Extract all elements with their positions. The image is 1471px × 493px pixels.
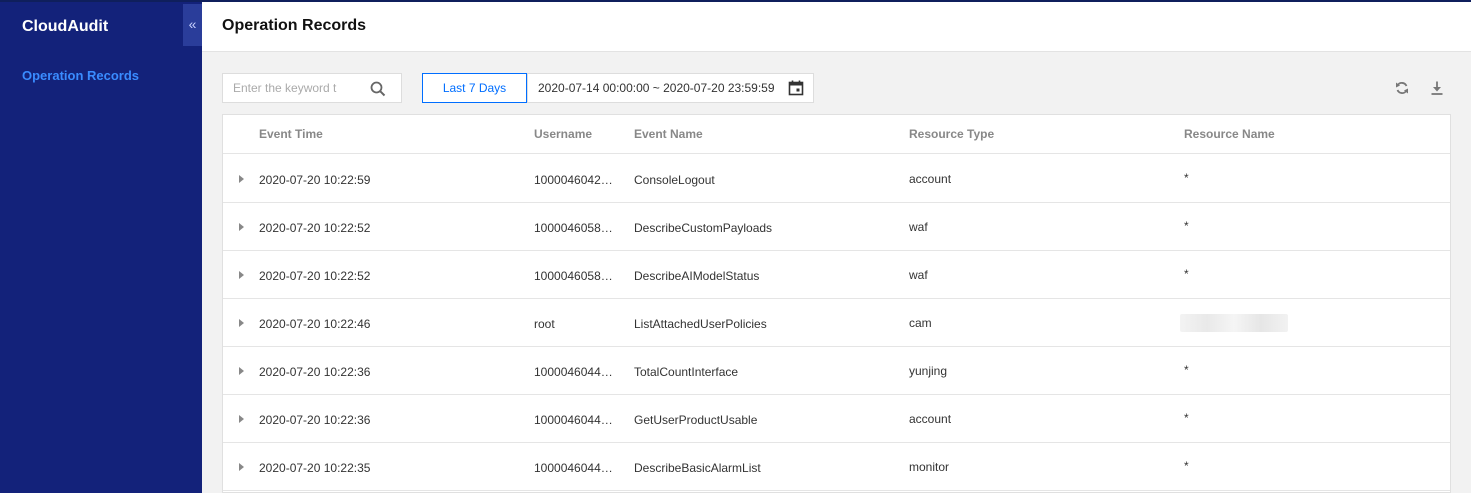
expand-caret-icon[interactable]: [239, 175, 244, 183]
search-icon[interactable]: [369, 80, 387, 98]
column-header-event-time: Event Time: [259, 127, 323, 141]
resource-type-cell: monitor: [909, 460, 950, 474]
expand-caret-icon[interactable]: [239, 367, 244, 375]
search-box: [222, 73, 402, 103]
resource-name-cell: *: [1184, 219, 1189, 233]
event-name-cell: ListAttachedUserPolicies: [634, 317, 767, 331]
calendar-icon: [788, 80, 804, 96]
table-row[interactable]: 2020-07-20 10:22:59 1000046042… ConsoleL…: [223, 155, 1450, 203]
event-time-cell: 2020-07-20 10:22:36: [259, 365, 371, 379]
resource-type-cell: cam: [909, 316, 932, 330]
username-cell: 1000046044…: [534, 365, 613, 379]
resource-type-cell: yunjing: [909, 364, 948, 378]
resource-type-cell: waf: [909, 220, 928, 234]
event-time-cell: 2020-07-20 10:22:36: [259, 413, 371, 427]
column-header-resource-type: Resource Type: [909, 127, 995, 141]
records-table: Event Time Username Event Name Resource …: [222, 114, 1451, 493]
event-time-cell: 2020-07-20 10:22:46: [259, 317, 371, 331]
table-row[interactable]: 2020-07-20 10:22:35 1000046044… Describe…: [223, 443, 1450, 491]
username-cell: 1000046058…: [534, 221, 613, 235]
column-header-resource-name: Resource Name: [1184, 127, 1275, 141]
event-name-cell: ConsoleLogout: [634, 173, 715, 187]
expand-caret-icon[interactable]: [239, 319, 244, 327]
sidebar: CloudAudit « Operation Records: [0, 0, 202, 493]
table-row[interactable]: 2020-07-20 10:22:52 1000046058… Describe…: [223, 203, 1450, 251]
expand-caret-icon[interactable]: [239, 463, 244, 471]
resource-name-cell: *: [1184, 171, 1189, 185]
resource-name-cell: *: [1184, 411, 1189, 425]
table-row[interactable]: 2020-07-20 10:22:36 1000046044… GetUserP…: [223, 395, 1450, 443]
event-name-cell: TotalCountInterface: [634, 365, 739, 379]
resource-type-cell: waf: [909, 268, 928, 282]
column-header-username: Username: [534, 127, 593, 141]
table-row[interactable]: 2020-07-20 10:22:46 root ListAttachedUse…: [223, 299, 1450, 347]
table-row[interactable]: 2020-07-20 10:22:52 1000046058… Describe…: [223, 251, 1450, 299]
app-brand: CloudAudit: [22, 18, 109, 35]
resource-type-cell: account: [909, 172, 952, 186]
top-border: [0, 0, 1471, 2]
expand-caret-icon[interactable]: [239, 271, 244, 279]
column-header-event-name: Event Name: [634, 127, 703, 141]
event-name-cell: DescribeCustomPayloads: [634, 221, 773, 235]
download-icon[interactable]: [1429, 80, 1445, 96]
username-cell: 1000046044…: [534, 413, 613, 427]
expand-caret-icon[interactable]: [239, 415, 244, 423]
event-time-cell: 2020-07-20 10:22:52: [259, 221, 371, 235]
resource-name-cell: *: [1184, 459, 1189, 473]
username-cell: 1000046042…: [534, 173, 613, 187]
page-title: Operation Records: [222, 17, 367, 34]
page-header: Operation Records: [202, 2, 1471, 52]
table-row[interactable]: 2020-07-20 10:22:36 1000046044… TotalCou…: [223, 347, 1450, 395]
refresh-icon[interactable]: [1394, 80, 1410, 96]
search-input[interactable]: [223, 74, 363, 102]
date-range-picker[interactable]: 2020-07-14 00:00:00 ~ 2020-07-20 23:59:5…: [527, 73, 814, 103]
date-range-value: 2020-07-14 00:00:00 ~ 2020-07-20 23:59:5…: [538, 81, 775, 95]
expand-caret-icon[interactable]: [239, 223, 244, 231]
resource-name-cell: *: [1184, 363, 1189, 377]
sidebar-item-operation-records[interactable]: Operation Records: [22, 66, 142, 85]
table-header: Event Time Username Event Name Resource …: [223, 115, 1450, 154]
collapse-sidebar-icon[interactable]: «: [183, 4, 202, 46]
event-time-cell: 2020-07-20 10:22:35: [259, 461, 371, 475]
resource-type-cell: account: [909, 412, 952, 426]
username-cell: root: [534, 317, 555, 331]
event-name-cell: DescribeAIModelStatus: [634, 269, 760, 283]
username-cell: 1000046044…: [534, 461, 613, 475]
event-name-cell: DescribeBasicAlarmList: [634, 461, 761, 475]
event-name-cell: GetUserProductUsable: [634, 413, 758, 427]
last-7-days-button[interactable]: Last 7 Days: [422, 73, 527, 103]
username-cell: 1000046058…: [534, 269, 613, 283]
event-time-cell: 2020-07-20 10:22:59: [259, 173, 371, 187]
redacted-resource-name: [1180, 314, 1288, 332]
event-time-cell: 2020-07-20 10:22:52: [259, 269, 371, 283]
resource-name-cell: *: [1184, 267, 1189, 281]
